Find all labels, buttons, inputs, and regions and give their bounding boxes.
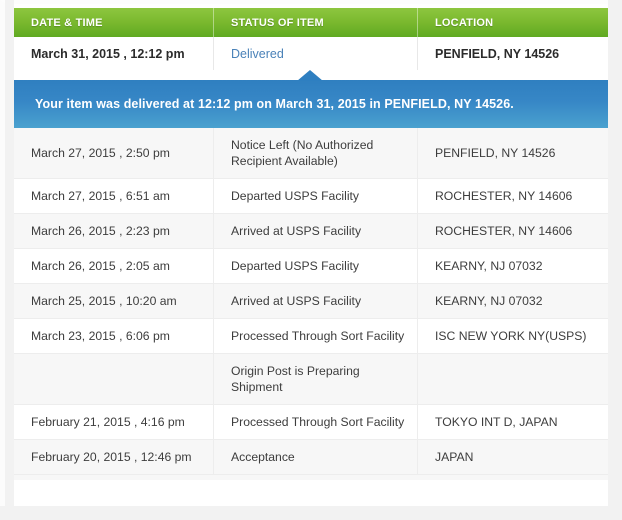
latest-event-row: March 31, 2015 , 12:12 pm Delivered PENF… xyxy=(14,37,608,70)
column-header-date-time-label: DATE & TIME xyxy=(31,16,103,29)
latest-event-date-text: March 31, 2015 , 12:12 pm xyxy=(31,46,185,61)
row-location-cell-text: ROCHESTER, NY 14606 xyxy=(435,189,573,203)
row-location-cell: ROCHESTER, NY 14606 xyxy=(417,214,608,248)
row-location-cell-text: TOKYO INT D, JAPAN xyxy=(435,415,558,429)
row-location-cell xyxy=(417,354,608,404)
delivery-banner-wrapper: Your item was delivered at 12:12 pm on M… xyxy=(14,70,608,128)
tracking-page: DATE & TIME STATUS OF ITEM LOCATION Marc… xyxy=(0,0,622,520)
table-row: March 26, 2015 , 2:05 am Departed USPS Fa… xyxy=(14,249,608,284)
table-row: March 27, 2015 , 2:50 pm Notice Left (No … xyxy=(14,128,608,179)
column-header-date-time: DATE & TIME xyxy=(14,8,213,37)
row-date-cell-text: March 25, 2015 , 10:20 am xyxy=(31,294,177,308)
row-location-cell: TOKYO INT D, JAPAN xyxy=(417,405,608,439)
row-location-cell: ROCHESTER, NY 14606 xyxy=(417,179,608,213)
latest-event-location-text: PENFIELD, NY 14526 xyxy=(435,46,560,61)
row-status-cell: Arrived at USPS Facility xyxy=(213,284,417,318)
banner-pointer-triangle-icon xyxy=(297,70,323,81)
row-date-cell-text: March 27, 2015 , 2:50 pm xyxy=(31,146,170,160)
page-gutter-right xyxy=(608,0,622,520)
row-status-cell: Notice Left (No Authorized Recipient Ava… xyxy=(213,128,417,178)
row-status-cell: Departed USPS Facility xyxy=(213,249,417,283)
page-gutter-bottom xyxy=(0,506,622,520)
row-status-cell: Acceptance xyxy=(213,440,417,474)
row-date-cell: February 21, 2015 , 4:16 pm xyxy=(14,405,213,439)
column-header-status: STATUS OF ITEM xyxy=(213,8,417,37)
row-date-cell-text: February 20, 2015 , 12:46 pm xyxy=(31,450,192,464)
row-location-cell-text: ISC NEW YORK NY(USPS) xyxy=(435,329,587,343)
table-bottom-edge xyxy=(14,475,608,480)
row-date-cell: March 26, 2015 , 2:05 am xyxy=(14,249,213,283)
table-row: February 21, 2015 , 4:16 pm Processed Thr… xyxy=(14,405,608,440)
row-status-cell-text: Origin Post is Preparing Shipment xyxy=(231,364,360,394)
row-date-cell-text: March 26, 2015 , 2:23 pm xyxy=(31,224,170,238)
row-status-cell-text: Acceptance xyxy=(231,450,295,464)
row-location-cell: ISC NEW YORK NY(USPS) xyxy=(417,319,608,353)
row-status-cell-text: Arrived at USPS Facility xyxy=(231,224,362,238)
row-status-cell-text: Departed USPS Facility xyxy=(231,259,360,273)
table-row: February 20, 2015 , 12:46 pm Acceptance JA… xyxy=(14,440,608,475)
row-status-cell-text: Processed Through Sort Facility xyxy=(231,415,405,429)
row-location-cell-text: PENFIELD, NY 14526 xyxy=(435,146,556,160)
row-date-cell: March 23, 2015 , 6:06 pm xyxy=(14,319,213,353)
row-location-cell-text: JAPAN xyxy=(435,450,474,464)
row-date-cell: February 20, 2015 , 12:46 pm xyxy=(14,440,213,474)
row-location-cell: JAPAN xyxy=(417,440,608,474)
row-status-cell: Processed Through Sort Facility xyxy=(213,319,417,353)
row-date-cell: March 26, 2015 , 2:23 pm xyxy=(14,214,213,248)
table-row: March 27, 2015 , 6:51 am Departed USPS Fa… xyxy=(14,179,608,214)
row-status-cell: Departed USPS Facility xyxy=(213,179,417,213)
row-date-cell: March 27, 2015 , 2:50 pm xyxy=(14,128,213,178)
page-gutter-left xyxy=(5,0,14,520)
row-status-cell-text: Notice Left (No Authorized Recipient Ava… xyxy=(231,138,374,168)
table-row: Origin Post is Preparing Shipment xyxy=(14,354,608,405)
row-status-cell-text: Departed USPS Facility xyxy=(231,189,360,203)
tracking-history-table: DATE & TIME STATUS OF ITEM LOCATION Marc… xyxy=(14,8,608,480)
row-location-cell: KEARNY, NJ 07032 xyxy=(417,284,608,318)
latest-event-location-cell: PENFIELD, NY 14526 xyxy=(417,37,608,70)
row-location-cell-text: KEARNY, NJ 07032 xyxy=(435,259,543,273)
row-date-cell-text: March 27, 2015 , 6:51 am xyxy=(31,189,170,203)
row-date-cell-text: February 21, 2015 , 4:16 pm xyxy=(31,415,185,429)
table-row: March 25, 2015 , 10:20 am Arrived at USPS… xyxy=(14,284,608,319)
delivery-banner-message: Your item was delivered at 12:12 pm on M… xyxy=(35,97,514,111)
delivered-status-link[interactable]: Delivered xyxy=(231,47,284,61)
latest-event-status-cell: Delivered xyxy=(213,37,417,70)
column-header-location: LOCATION xyxy=(417,8,608,37)
row-status-cell-text: Processed Through Sort Facility xyxy=(231,329,405,343)
row-location-cell-text: KEARNY, NJ 07032 xyxy=(435,294,543,308)
row-location-cell: KEARNY, NJ 07032 xyxy=(417,249,608,283)
latest-event-date-cell: March 31, 2015 , 12:12 pm xyxy=(14,37,213,70)
row-status-cell: Origin Post is Preparing Shipment xyxy=(213,354,417,404)
row-status-cell-text: Arrived at USPS Facility xyxy=(231,294,362,308)
delivery-confirmation-banner: Your item was delivered at 12:12 pm on M… xyxy=(14,80,608,128)
row-date-cell: March 27, 2015 , 6:51 am xyxy=(14,179,213,213)
row-location-cell-text: ROCHESTER, NY 14606 xyxy=(435,224,573,238)
table-row: March 26, 2015 , 2:23 pm Arrived at USPS … xyxy=(14,214,608,249)
row-location-cell: PENFIELD, NY 14526 xyxy=(417,128,608,178)
row-date-cell xyxy=(14,354,213,404)
table-row: March 23, 2015 , 6:06 pm Processed Throug… xyxy=(14,319,608,354)
column-header-status-label: STATUS OF ITEM xyxy=(231,16,324,29)
row-status-cell: Arrived at USPS Facility xyxy=(213,214,417,248)
column-header-location-label: LOCATION xyxy=(435,16,494,29)
row-date-cell-text: March 23, 2015 , 6:06 pm xyxy=(31,329,170,343)
row-date-cell-text: March 26, 2015 , 2:05 am xyxy=(31,259,170,273)
row-date-cell: March 25, 2015 , 10:20 am xyxy=(14,284,213,318)
table-header-row: DATE & TIME STATUS OF ITEM LOCATION xyxy=(14,8,608,37)
table-history-body: March 27, 2015 , 2:50 pm Notice Left (No … xyxy=(14,128,608,475)
row-status-cell: Processed Through Sort Facility xyxy=(213,405,417,439)
